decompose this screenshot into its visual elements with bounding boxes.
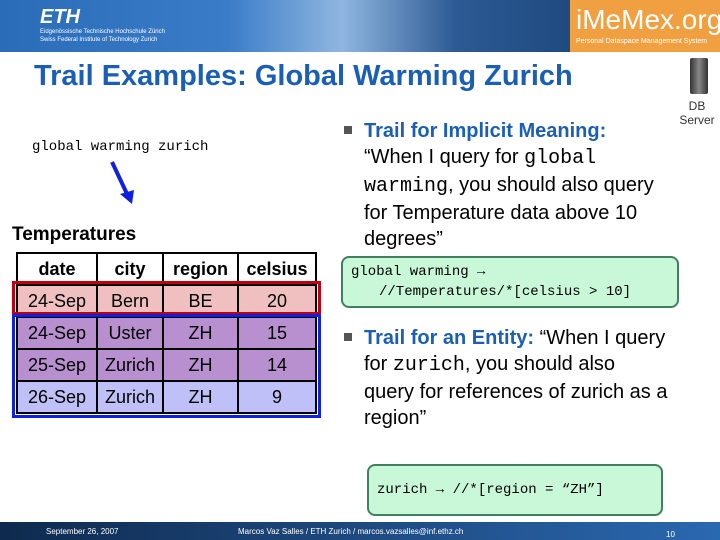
footer: September 26, 2007 Marcos Vaz Salles / E… [0,522,720,540]
trail-line: global warming → [351,264,486,280]
server-label-2: Server [679,113,715,127]
table-name: Temperatures [12,224,137,245]
imemex-title: iMeMex.org [576,4,720,35]
eth-sub2: Swiss Federal Institute of Technology Zu… [40,37,158,43]
bullet-entity: Trail for an Entity: “When I query for z… [344,325,669,431]
entity-highlight-box [12,314,321,418]
page-number: 10 [666,530,675,539]
trail-box-entity: zurich → //*[region = “ZH”] [367,464,663,516]
slide-title: Trail Examples: Global Warming Zurich [34,60,573,92]
eth-subtitle: Eidgenössische Technische Hochschule Zür… [40,28,165,44]
bullet-icon [344,126,352,134]
query-text: global warming zurich [32,139,209,155]
bullet-label: Trail for an Entity: [364,327,535,349]
server-label: DB Server [670,99,720,127]
footer-author: Marcos Vaz Salles / ETH Zurich / marcos.… [238,527,464,536]
eth-sub1: Eidgenössische Technische Hochschule Zür… [40,29,165,35]
eth-logo: ETH [40,6,80,28]
imemex-subtitle: Personal Dataspace Management System [576,38,708,45]
bullet-code: zurich [392,354,465,377]
trail-box-implicit: global warming → //Temperatures/*[celsius… [341,256,679,308]
arrow-down-icon [110,161,134,204]
server-label-1: DB [688,99,706,113]
bullet-implicit: Trail for Implicit Meaning: “When I query… [344,118,664,252]
imemex-logo: iMeMex.org Personal Dataspace Management … [570,0,720,52]
footer-date: September 26, 2007 [46,527,119,536]
bullet-label: Trail for Implicit Meaning: [364,120,607,142]
server-icon [690,58,708,94]
eth-banner: ETH Eidgenössische Technische Hochschule… [0,0,570,52]
bullet-text: “When I query for [364,146,525,168]
trail-line: //Temperatures/*[celsius > 10] [379,284,632,300]
bullet-icon [344,333,352,341]
implicit-highlight-box [12,281,321,315]
